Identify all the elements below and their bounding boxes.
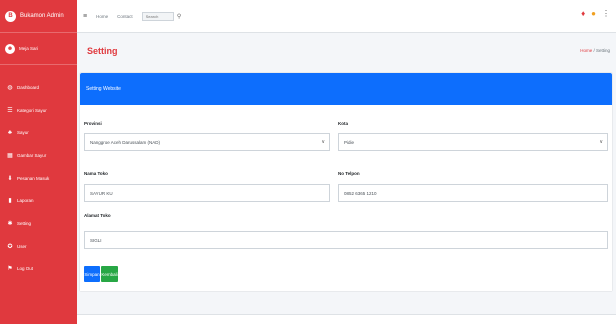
nama-toko-label: Nama Toko: [84, 171, 108, 176]
brand-logo: B: [5, 10, 16, 22]
nav-link-home[interactable]: Home: [96, 14, 108, 19]
sidebar-item-user[interactable]: ✪ User: [0, 235, 77, 258]
chevron-down-icon: ∨: [599, 139, 603, 145]
logout-icon: ⚑: [7, 266, 13, 273]
sidebar-item-setting[interactable]: ✱ Setting: [0, 212, 77, 235]
nama-toko-value: SAYUR KU: [90, 190, 113, 196]
sidebar-item-log-out[interactable]: ⚑ Log Out: [0, 258, 77, 281]
list-icon: ☰: [7, 107, 13, 114]
alamat-toko-field[interactable]: SIGLI: [84, 231, 608, 249]
provinsi-value: Nanggroe Aceh Darussalam (NAD): [90, 139, 161, 145]
menu-icon[interactable]: ⋮: [602, 9, 610, 18]
breadcrumb-current: Setting: [595, 48, 610, 53]
provinsi-select[interactable]: Nanggroe Aceh Darussalam (NAD) ∨: [84, 133, 330, 151]
user-icon[interactable]: ●: [591, 9, 596, 18]
no-telpon-field[interactable]: 0852 6365 1210: [338, 184, 608, 202]
sidebar-item-label: Pesanan Masuk: [17, 175, 50, 181]
breadcrumb: Home / Setting: [580, 48, 610, 53]
kota-select[interactable]: Pidie ∨: [338, 133, 608, 151]
sidebar-item-label: Setting: [17, 220, 32, 226]
sidebar-item-label: Dashboard: [17, 84, 40, 90]
sidebar-item-label: Kategori Sayur: [17, 107, 47, 113]
search-icon[interactable]: ⚲: [174, 12, 185, 21]
nama-toko-field[interactable]: SAYUR KU: [84, 184, 330, 202]
provinsi-label: Provinsi: [84, 121, 102, 126]
alamat-toko-value: SIGLI: [90, 237, 102, 243]
inbox-icon: ⬇: [7, 175, 13, 182]
report-icon: ▮: [8, 198, 12, 205]
sidebar-item-label: Sayur: [17, 130, 29, 136]
user-name: Meja Sari: [19, 46, 39, 51]
kembali-button[interactable]: Kembali: [101, 266, 118, 282]
leaf-icon: ♣: [8, 129, 12, 136]
search-input[interactable]: [141, 11, 174, 21]
sidebar-item-gambar-sayur[interactable]: ▦ Gambar Sayur: [0, 144, 77, 167]
alamat-toko-label: Alamat Toko: [84, 213, 111, 218]
no-telpon-value: 0852 6365 1210: [344, 190, 377, 196]
brand[interactable]: B Bukamon Admin: [0, 0, 77, 33]
brand-title: Bukamon Admin: [20, 13, 64, 19]
navbar-right: ♦ ● ⋮: [581, 9, 610, 18]
menu-toggle-icon[interactable]: ≡: [83, 13, 87, 20]
card-header: Setting Website: [80, 73, 612, 105]
sidebar-item-dashboard[interactable]: ◍ Dashboard: [0, 76, 77, 99]
image-icon: ▦: [7, 152, 13, 159]
avatar: ☻: [5, 43, 15, 54]
sidebar-item-label: Log Out: [17, 266, 34, 272]
no-telpon-label: No Telpon: [338, 171, 360, 176]
setting-card: Setting Website Provinsi Nanggroe Aceh D…: [80, 73, 612, 291]
sidebar-item-kategori-sayur[interactable]: ☰ Kategori Sayur: [0, 99, 77, 122]
users-icon: ✪: [7, 243, 13, 250]
dashboard-icon: ◍: [7, 84, 13, 91]
content-header: Setting Home / Setting: [77, 33, 616, 73]
kota-value: Pidie: [344, 139, 355, 145]
sidebar-item-sayur[interactable]: ♣ Sayur: [0, 121, 77, 144]
breadcrumb-home[interactable]: Home: [580, 48, 592, 53]
chevron-down-icon: ∨: [321, 139, 325, 145]
kota-label: Kota: [338, 121, 348, 126]
nav-link-contact[interactable]: Contact: [117, 14, 133, 19]
sidebar-item-laporan[interactable]: ▮ Laporan: [0, 189, 77, 212]
sidebar: B Bukamon Admin ☻ Meja Sari ◍ Dashboard ☰…: [0, 0, 77, 324]
sidebar-item-label: Gambar Sayur: [17, 152, 47, 158]
footer: [77, 314, 616, 324]
top-navbar: ≡ Home Contact ⚲ ♦ ● ⋮: [77, 0, 616, 33]
sidebar-item-label: User: [17, 243, 27, 249]
user-panel[interactable]: ☻ Meja Sari: [0, 33, 77, 65]
simpan-button[interactable]: Simpan: [84, 266, 100, 282]
page-title: Setting: [87, 46, 118, 56]
sidebar-item-label: Laporan: [17, 198, 34, 204]
sidebar-nav: ◍ Dashboard ☰ Kategori Sayur ♣ Sayur ▦ Gamba…: [0, 65, 77, 280]
sidebar-item-pesanan-masuk[interactable]: ⬇ Pesanan Masuk: [0, 167, 77, 190]
gear-icon: ✱: [7, 220, 13, 227]
bell-icon[interactable]: ♦: [581, 9, 585, 18]
